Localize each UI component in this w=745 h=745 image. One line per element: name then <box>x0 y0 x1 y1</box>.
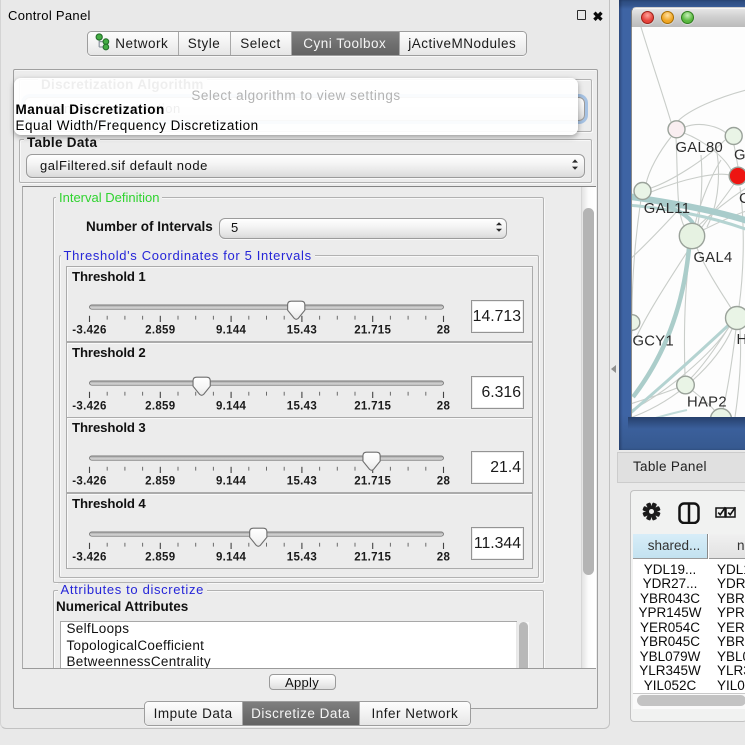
svg-text:21.715: 21.715 <box>354 476 391 488</box>
svg-text:2.859: 2.859 <box>145 325 175 337</box>
svg-text:C: C <box>739 191 745 207</box>
svg-text:9.144: 9.144 <box>216 476 247 488</box>
svg-text:28: 28 <box>437 551 451 563</box>
svg-text:GAL11: GAL11 <box>644 201 690 217</box>
svg-text:-3.426: -3.426 <box>72 476 106 488</box>
svg-text:GA: GA <box>734 148 745 164</box>
svg-text:28: 28 <box>437 476 451 488</box>
svg-text:H: H <box>737 332 745 348</box>
svg-text:9.144: 9.144 <box>216 325 247 337</box>
svg-text:2.859: 2.859 <box>145 551 175 563</box>
svg-text:GAL4: GAL4 <box>694 250 733 266</box>
svg-text:15.43: 15.43 <box>287 551 317 563</box>
svg-text:GAL80: GAL80 <box>676 140 724 156</box>
svg-text:15.43: 15.43 <box>287 476 317 488</box>
svg-text:GCY1: GCY1 <box>633 334 675 350</box>
svg-text:-3.426: -3.426 <box>72 400 106 412</box>
svg-text:2.859: 2.859 <box>145 400 175 412</box>
svg-text:HAP2: HAP2 <box>687 395 727 411</box>
svg-text:21.715: 21.715 <box>354 551 391 563</box>
svg-text:2.859: 2.859 <box>145 476 175 488</box>
svg-text:-3.426: -3.426 <box>72 551 106 563</box>
svg-text:21.715: 21.715 <box>354 325 391 337</box>
svg-text:15.43: 15.43 <box>287 400 317 412</box>
svg-text:28: 28 <box>437 400 451 412</box>
svg-text:28: 28 <box>437 325 451 337</box>
svg-text:21.715: 21.715 <box>354 400 391 412</box>
svg-text:-3.426: -3.426 <box>72 325 106 337</box>
svg-text:9.144: 9.144 <box>216 551 247 563</box>
svg-text:15.43: 15.43 <box>287 325 317 337</box>
svg-text:9.144: 9.144 <box>216 400 247 412</box>
